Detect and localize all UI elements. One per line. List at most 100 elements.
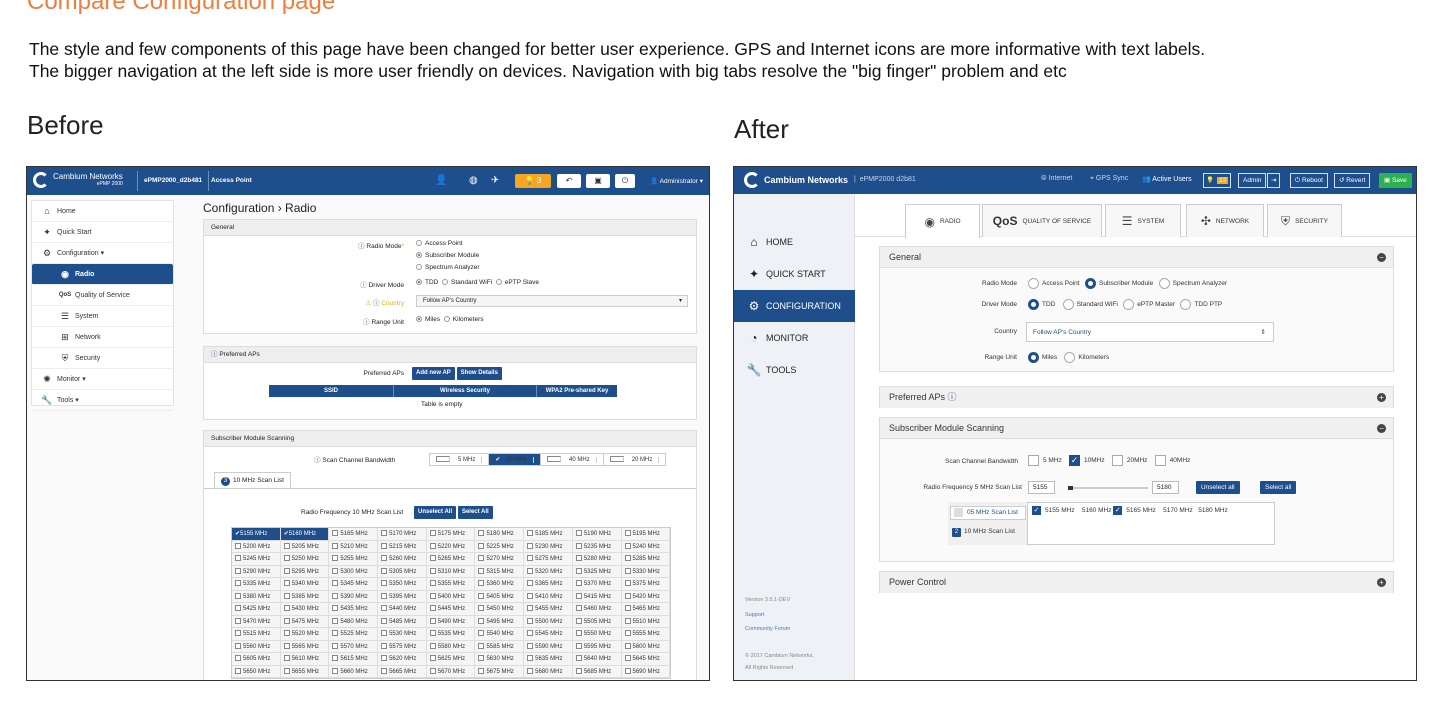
internet-status[interactable]: ⦾ Internet: [1041, 175, 1072, 183]
tab-network[interactable]: ✣ NETWORK: [1186, 204, 1264, 237]
freq-cell-5380[interactable]: 5380 MHz: [232, 590, 281, 603]
sidebar-item-tools[interactable]: 🔧 TOOLS: [734, 354, 855, 386]
freq-cell-5600[interactable]: 5600 MHz: [621, 640, 671, 653]
range-slider-handle[interactable]: [1068, 486, 1073, 490]
freq-cell-5475[interactable]: 5475 MHz: [280, 615, 330, 628]
freq-cell-5625[interactable]: 5625 MHz: [426, 653, 476, 666]
freq-cell-5550[interactable]: 5550 MHz: [572, 628, 622, 641]
freq-cell-5535[interactable]: 5535 MHz: [426, 628, 476, 641]
freq-cell-5525[interactable]: 5525 MHz: [329, 628, 379, 641]
freq-cell-5560[interactable]: 5560 MHz: [232, 640, 281, 653]
freq-cell-5615[interactable]: 5615 MHz: [329, 653, 379, 666]
tab-system[interactable]: ☰ SYSTEM: [1105, 204, 1181, 237]
range-max-input[interactable]: 5180: [1152, 481, 1179, 494]
freq-cell-5390[interactable]: 5390 MHz: [329, 590, 379, 603]
expand-icon[interactable]: +: [1377, 578, 1386, 587]
radio-subscriber-module[interactable]: Subscriber Module: [1085, 278, 1153, 289]
freq-cell-5410[interactable]: 5410 MHz: [524, 590, 573, 603]
freq-cell-5275[interactable]: 5275 MHz: [524, 553, 573, 566]
freq-cell-5175[interactable]: 5175 MHz: [426, 528, 476, 541]
freq-cell-5155[interactable]: ✔5155 MHz: [232, 528, 281, 541]
freq-cell-5455[interactable]: 5455 MHz: [524, 603, 573, 616]
sidebar-item-monitor[interactable]: ✺ Monitor ▾: [32, 369, 173, 390]
freq-cell-5495[interactable]: 5495 MHz: [475, 615, 525, 628]
freq-cell-5485[interactable]: 5485 MHz: [378, 615, 427, 628]
freq-cell-5555[interactable]: 5555 MHz: [621, 628, 671, 641]
freq-cell-5425[interactable]: 5425 MHz: [232, 603, 281, 616]
sidebar-item-tools[interactable]: 🔧 Tools ▾: [32, 390, 173, 411]
freq-cell-5255[interactable]: 5255 MHz: [329, 553, 379, 566]
select-all-button[interactable]: Select All: [457, 506, 493, 519]
freq-cell-5265[interactable]: 5265 MHz: [426, 553, 476, 566]
driver-tdd[interactable]: TDD: [416, 279, 438, 286]
bw-5mhz[interactable]: 5 MHz: [1028, 455, 1062, 466]
admin-menu[interactable]: 👤 Administrator ▾: [650, 177, 703, 185]
freq-cell-5240[interactable]: 5240 MHz: [621, 540, 671, 553]
freq-cell-5165[interactable]: 5165 MHz: [329, 528, 379, 541]
freq-cell-5205[interactable]: 5205 MHz: [280, 540, 330, 553]
freq-cell-5645[interactable]: 5645 MHz: [621, 653, 671, 666]
radio-access-point[interactable]: Access Point: [1028, 278, 1080, 289]
driver-standard-wifi[interactable]: Standard WiFi: [1062, 299, 1118, 310]
unselect-all-button[interactable]: Unselect all: [1196, 481, 1240, 494]
freq-cell-5470[interactable]: 5470 MHz: [232, 615, 281, 628]
bw-10mhz[interactable]: ✓ 10MHz: [1069, 455, 1105, 466]
revert-button[interactable]: ↺ Revert: [1334, 173, 1371, 188]
freq-cell-5210[interactable]: 5210 MHz: [329, 540, 379, 553]
freq-cell-5500[interactable]: 5500 MHz: [524, 615, 573, 628]
sidebar-item-home[interactable]: ⌂ Home: [32, 201, 173, 222]
freq-5180[interactable]: 5180 MHz: [1198, 507, 1228, 514]
add-new-ap-button[interactable]: Add new AP: [412, 367, 455, 380]
freq-cell-5530[interactable]: 5530 MHz: [378, 628, 427, 641]
freq-cell-5235[interactable]: 5235 MHz: [572, 540, 622, 553]
admin-button[interactable]: Admin: [1238, 173, 1267, 188]
internet-icon[interactable]: ◍: [469, 175, 478, 186]
freq-cell-5590[interactable]: 5590 MHz: [524, 640, 573, 653]
tab-security[interactable]: ⛨ SECURITY: [1267, 204, 1342, 237]
freq-cell-5680[interactable]: 5680 MHz: [524, 665, 573, 678]
freq-cell-5490[interactable]: 5490 MHz: [426, 615, 476, 628]
freq-cell-5245[interactable]: 5245 MHz: [232, 553, 281, 566]
tab-qos[interactable]: QoS QUALITY OF SERVICE: [982, 204, 1102, 237]
radio-spectrum-analyzer[interactable]: Spectrum Analyzer: [1158, 278, 1227, 289]
freq-cell-5190[interactable]: 5190 MHz: [572, 528, 622, 541]
freq-cell-5640[interactable]: 5640 MHz: [572, 653, 622, 666]
freq-cell-5515[interactable]: 5515 MHz: [232, 628, 281, 641]
freq-5170[interactable]: 5170 MHz: [1163, 507, 1193, 514]
freq-cell-5650[interactable]: 5650 MHz: [232, 665, 281, 678]
freq-cell-5480[interactable]: 5480 MHz: [329, 615, 379, 628]
sidebar-item-system[interactable]: ☰ System: [32, 306, 173, 327]
freq-cell-5160[interactable]: ✔5160 MHz: [280, 528, 330, 541]
freq-cell-5290[interactable]: 5290 MHz: [232, 565, 281, 578]
unselect-all-button[interactable]: Unselect All: [414, 506, 457, 519]
freq-cell-5565[interactable]: 5565 MHz: [280, 640, 330, 653]
freq-cell-5375[interactable]: 5375 MHz: [621, 578, 671, 591]
freq-cell-5300[interactable]: 5300 MHz: [329, 565, 379, 578]
sidebar-item-security[interactable]: ⛨ Security: [32, 348, 173, 369]
undo-button[interactable]: ↶: [557, 174, 581, 188]
range-min-input[interactable]: 5155: [1028, 481, 1055, 494]
freq-cell-5360[interactable]: 5360 MHz: [475, 578, 525, 591]
collapse-icon[interactable]: −: [1377, 253, 1386, 262]
reboot-button[interactable]: ⏻ Reboot: [1290, 173, 1328, 188]
driver-tdd-ptp[interactable]: TDD PTP: [1180, 299, 1222, 310]
driver-tdd[interactable]: TDD: [1028, 299, 1055, 310]
freq-cell-5585[interactable]: 5585 MHz: [475, 640, 525, 653]
freq-cell-5635[interactable]: 5635 MHz: [524, 653, 573, 666]
freq-cell-5220[interactable]: 5220 MHz: [426, 540, 476, 553]
freq-cell-5580[interactable]: 5580 MHz: [426, 640, 476, 653]
driver-eptp-master[interactable]: ePTP Master: [1123, 299, 1175, 310]
sidebar-item-network[interactable]: ⊞ Network: [32, 327, 173, 348]
radio-spectrum-analyzer[interactable]: Spectrum Analyzer: [416, 264, 480, 271]
support-link[interactable]: Support: [745, 612, 764, 618]
freq-cell-5385[interactable]: 5385 MHz: [280, 590, 330, 603]
freq-cell-5280[interactable]: 5280 MHz: [572, 553, 622, 566]
freq-cell-5180[interactable]: 5180 MHz: [475, 528, 525, 541]
freq-cell-5225[interactable]: 5225 MHz: [475, 540, 525, 553]
freq-cell-5295[interactable]: 5295 MHz: [280, 565, 330, 578]
freq-cell-5230[interactable]: 5230 MHz: [524, 540, 573, 553]
freq-cell-5595[interactable]: 5595 MHz: [572, 640, 622, 653]
range-miles[interactable]: Miles: [416, 316, 440, 323]
freq-cell-5545[interactable]: 5545 MHz: [524, 628, 573, 641]
show-details-button[interactable]: Show Details: [456, 367, 502, 380]
